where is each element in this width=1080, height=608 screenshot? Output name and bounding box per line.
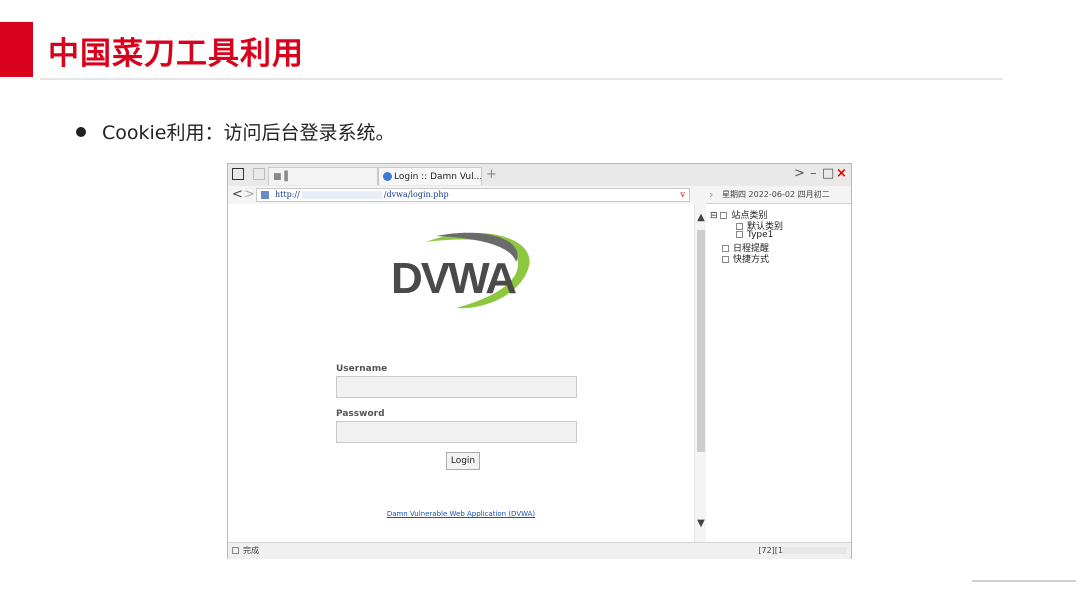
folder-icon xyxy=(720,212,728,219)
side-panel-tree: ⊟ 站点类别 默认类别 Type1 日程提醒 快捷方式 xyxy=(706,204,851,542)
username-field[interactable] xyxy=(336,376,577,398)
status-right: [72][1 xyxy=(758,543,847,559)
tab-bar: ■ ▌ Login :: Damn Vul... + > – □ × xyxy=(228,164,851,187)
tab-dvwa-login[interactable]: Login :: Damn Vul... xyxy=(378,167,482,185)
login-button[interactable]: Login xyxy=(446,452,480,470)
tab-label: Login :: Damn Vul... xyxy=(394,172,482,182)
chevron-right-icon[interactable]: > xyxy=(794,166,805,181)
url-dropdown-icon[interactable]: v xyxy=(680,189,685,201)
folder-icon xyxy=(736,231,743,238)
folder-icon xyxy=(736,223,743,230)
page-viewport: DVWA Username Password Login Damn Vulner… xyxy=(228,204,707,542)
minimize-button[interactable]: – xyxy=(810,166,817,181)
page-icon[interactable] xyxy=(253,168,265,180)
username-label: Username xyxy=(336,364,388,374)
slide-title: 中国菜刀工具利用 xyxy=(48,36,304,72)
side-panel-header: › 星期四 2022-06-02 四月初二 xyxy=(706,186,851,204)
status-redacted xyxy=(783,547,847,554)
shortcut-icon xyxy=(722,256,729,263)
address-bar: < > http:// /dvwa/login.php v xyxy=(228,186,706,205)
status-counter: [72][1 xyxy=(758,546,783,555)
bullet-dot-icon xyxy=(76,126,86,137)
status-icon xyxy=(232,547,239,554)
globe-icon xyxy=(383,172,392,181)
browser-screenshot: ■ ▌ Login :: Damn Vul... + > – □ × < > h… xyxy=(227,163,852,559)
title-accent-bar xyxy=(0,22,33,77)
dvwa-footer-link[interactable]: Damn Vulnerable Web Application (DVWA) xyxy=(228,510,694,518)
status-text: 完成 xyxy=(232,543,259,559)
close-button[interactable]: × xyxy=(836,166,847,181)
tree-item-type1[interactable]: Type1 xyxy=(736,230,773,240)
corner-decoration xyxy=(972,580,1076,582)
calendar-icon xyxy=(722,245,729,252)
back-button[interactable]: < xyxy=(232,186,243,204)
url-redacted xyxy=(301,191,382,199)
maximize-button[interactable]: □ xyxy=(822,166,834,181)
collapse-icon[interactable]: ⊟ xyxy=(710,211,718,221)
url-prefix: http:// xyxy=(275,190,300,199)
chevron-right-icon[interactable]: › xyxy=(709,186,713,204)
title-divider xyxy=(40,78,1003,80)
status-done-label: 完成 xyxy=(243,546,259,555)
url-path: /dvwa/login.php xyxy=(383,190,449,199)
status-bar: 完成 [72][1 xyxy=(228,542,851,559)
password-field[interactable] xyxy=(336,421,577,443)
tab-label: ■ ▌ xyxy=(273,172,292,182)
site-icon xyxy=(261,191,269,199)
password-label: Password xyxy=(336,409,385,419)
dvwa-logo: DVWA xyxy=(386,226,536,314)
panel-toggle-icon[interactable] xyxy=(232,168,244,180)
url-input[interactable]: http:// /dvwa/login.php v xyxy=(256,188,690,202)
tab-blurred[interactable]: ■ ▌ xyxy=(268,167,378,185)
bullet-text: Cookie利用：访问后台登录系统。 xyxy=(102,122,395,144)
side-date: 星期四 2022-06-02 四月初二 xyxy=(722,190,830,199)
tree-item-shortcuts[interactable]: 快捷方式 xyxy=(722,252,769,265)
bullet-item: Cookie利用：访问后台登录系统。 xyxy=(76,118,395,145)
tree-label: Type1 xyxy=(747,230,774,240)
tree-label: 快捷方式 xyxy=(733,255,770,265)
forward-button[interactable]: > xyxy=(244,186,255,204)
scroll-thumb[interactable] xyxy=(697,230,705,452)
logo-text: DVWA xyxy=(391,254,517,303)
new-tab-button[interactable]: + xyxy=(486,167,497,182)
